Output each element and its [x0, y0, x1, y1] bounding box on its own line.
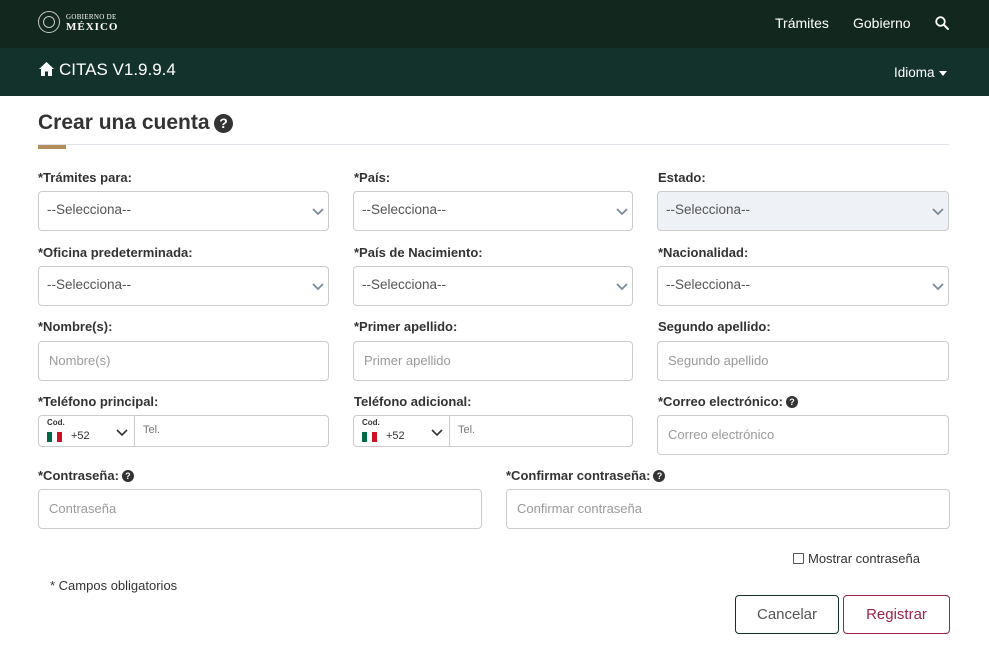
seal-icon — [38, 11, 60, 33]
correo-input[interactable]: Correo electrónico — [657, 415, 949, 455]
telefono-principal-label: *Teléfono principal: — [38, 394, 159, 409]
pais-select[interactable]: --Selecciona-- — [353, 191, 633, 231]
telefono-adicional-label: Teléfono adicional: — [354, 394, 472, 409]
telefono-principal-field: Cod. +52 Tel. — [38, 415, 329, 447]
nacionalidad-label: *Nacionalidad: — [658, 245, 749, 260]
oficina-label: *Oficina predeterminada: — [38, 245, 193, 260]
caret-down-icon — [938, 70, 947, 76]
top-header-bar — [0, 0, 989, 48]
logo-line2: MÉXICO — [66, 21, 119, 33]
nav-link-tramites[interactable]: Trámites — [775, 15, 829, 31]
oficina-select[interactable]: --Selecciona-- — [38, 266, 329, 306]
tramites-para-label: *Trámites para: — [38, 170, 132, 185]
chevron-down-icon — [932, 283, 944, 291]
chevron-down-icon — [431, 429, 443, 437]
mostrar-contrasena-label: Mostrar contraseña — [808, 551, 920, 566]
code-label: Cod. — [47, 418, 65, 427]
home-icon[interactable] — [38, 61, 55, 77]
gobierno-mexico-logo[interactable]: GOBIERNO DE MÉXICO — [38, 11, 118, 33]
language-dropdown[interactable]: Idioma — [894, 65, 947, 80]
confirmar-label-text: *Confirmar contraseña: — [506, 468, 651, 483]
country-code-select[interactable]: Cod. +52 — [354, 416, 450, 446]
tramites-para-value: --Selecciona-- — [47, 202, 132, 217]
segundo-apellido-label: Segundo apellido: — [658, 319, 771, 334]
code-label: Cod. — [362, 418, 380, 427]
pais-nacimiento-select[interactable]: --Selecciona-- — [353, 266, 633, 306]
tramites-para-select[interactable]: --Selecciona-- — [38, 191, 329, 231]
oficina-value: --Selecciona-- — [47, 277, 132, 292]
help-icon[interactable]: ? — [121, 470, 134, 482]
checkbox-box[interactable] — [793, 553, 804, 564]
help-icon[interactable]: ? — [653, 470, 666, 482]
estado-select[interactable]: --Selecciona-- — [657, 191, 949, 231]
confirmar-contrasena-label: *Confirmar contraseña:? — [506, 468, 666, 483]
search-icon[interactable] — [935, 16, 949, 30]
pais-nacimiento-label: *País de Nacimiento: — [354, 245, 483, 260]
telefono-adicional-input[interactable]: Tel. — [458, 424, 475, 436]
estado-label: Estado: — [658, 170, 706, 185]
cancel-button[interactable]: Cancelar — [735, 595, 839, 634]
pais-value: --Selecciona-- — [362, 202, 447, 217]
help-icon[interactable]: ? — [785, 396, 798, 408]
telefono-principal-input[interactable]: Tel. — [143, 424, 160, 436]
required-fields-note: * Campos obligatorios — [50, 578, 178, 593]
primer-apellido-input[interactable]: Primer apellido — [353, 341, 633, 381]
contrasena-label-text: *Contraseña: — [38, 468, 119, 483]
estado-value: --Selecciona-- — [666, 202, 751, 217]
correo-label-text: *Correo electrónico: — [658, 394, 783, 409]
chevron-down-icon — [616, 208, 628, 216]
mexico-flag-icon — [47, 432, 62, 442]
help-icon[interactable]: ? — [214, 114, 233, 133]
chevron-down-icon — [116, 429, 128, 437]
telefono-adicional-field: Cod. +52 Tel. — [353, 415, 633, 447]
correo-label: *Correo electrónico:? — [658, 394, 798, 409]
nombre-label: *Nombre(s): — [38, 319, 113, 334]
pais-label: *País: — [354, 170, 391, 185]
confirmar-contrasena-input[interactable]: Confirmar contraseña — [506, 489, 950, 529]
mexico-flag-icon — [362, 432, 377, 442]
chevron-down-icon — [312, 208, 324, 216]
nav-link-gobierno[interactable]: Gobierno — [853, 15, 911, 31]
nombre-input[interactable]: Nombre(s) — [38, 341, 329, 381]
country-code-select[interactable]: Cod. +52 — [39, 416, 135, 446]
app-title[interactable]: CITAS V1.9.9.4 — [59, 60, 176, 80]
dial-code: +52 — [71, 430, 90, 442]
segundo-apellido-input[interactable]: Segundo apellido — [657, 341, 949, 381]
nacionalidad-value: --Selecciona-- — [666, 277, 751, 292]
mostrar-contrasena-checkbox[interactable]: Mostrar contraseña — [793, 551, 920, 566]
chevron-down-icon — [616, 283, 628, 291]
title-accent-bar — [38, 145, 66, 149]
nacionalidad-select[interactable]: --Selecciona-- — [657, 266, 949, 306]
page-title: Crear una cuenta — [38, 111, 210, 134]
dial-code: +52 — [386, 430, 405, 442]
chevron-down-icon — [932, 208, 944, 216]
chevron-down-icon — [312, 283, 324, 291]
contrasena-label: *Contraseña:? — [38, 468, 134, 483]
title-divider — [38, 144, 949, 145]
pais-nacimiento-value: --Selecciona-- — [362, 277, 447, 292]
contrasena-input[interactable]: Contraseña — [38, 489, 482, 529]
language-label: Idioma — [894, 65, 935, 80]
register-button[interactable]: Registrar — [843, 595, 950, 634]
primer-apellido-label: *Primer apellido: — [354, 319, 458, 334]
